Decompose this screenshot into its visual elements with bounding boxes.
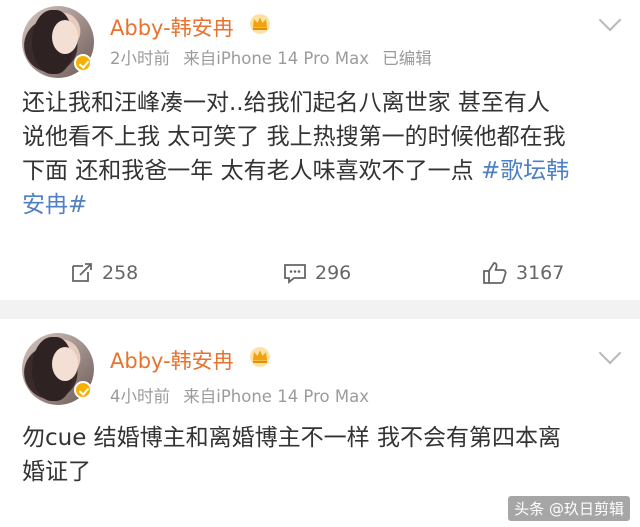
weibo-post-card: Abby-韩安冉 4小时前 来自iPhone 14 Pro Max 勿cue 结…	[0, 319, 640, 527]
post-source[interactable]: 来自iPhone 14 Pro Max	[183, 49, 369, 68]
edited-label[interactable]: 已编辑	[382, 49, 432, 68]
crown-icon	[250, 347, 270, 367]
action-bar: 258 296 3167	[0, 256, 640, 290]
watermark: 头条 @玖日剪辑	[508, 496, 630, 521]
like-count: 3167	[516, 262, 565, 284]
comment-button[interactable]: 296	[283, 256, 351, 290]
chevron-down-icon[interactable]	[598, 341, 622, 365]
author-name[interactable]: Abby-韩安冉	[110, 345, 234, 375]
chevron-down-icon[interactable]	[598, 8, 622, 32]
repost-button[interactable]: 258	[70, 256, 138, 290]
like-icon	[483, 262, 507, 284]
post-text-line: 还让我和汪峰凑一对..给我们起名八离世家 甚至有人	[22, 90, 550, 116]
post-text-line: 安冉#	[22, 188, 622, 222]
post-time: 2小时前	[110, 49, 170, 68]
comment-count: 296	[315, 262, 352, 284]
repost-count: 258	[102, 262, 139, 284]
like-button[interactable]: 3167	[482, 256, 564, 290]
post-meta: 2小时前 来自iPhone 14 Pro Max 已编辑	[110, 45, 440, 69]
post-text: 勿cue 结婚博主和离婚博主不一样 我不会有第四本离 婚证了	[22, 421, 622, 489]
crown-icon	[250, 14, 270, 34]
post-text: 还让我和汪峰凑一对..给我们起名八离世家 甚至有人 说他看不上我 太可笑了 我上…	[22, 86, 622, 222]
post-meta: 4小时前 来自iPhone 14 Pro Max	[110, 383, 377, 407]
post-time: 4小时前	[110, 387, 170, 406]
weibo-post-card: Abby-韩安冉 2小时前 来自iPhone 14 Pro Max 已编辑 还让…	[0, 0, 640, 300]
post-text-line: 下面 还和我爸一年 太有老人味喜欢不了一点 #歌坛韩	[22, 158, 570, 184]
author-name[interactable]: Abby-韩安冉	[110, 12, 234, 42]
post-text-line: 说他看不上我 太可笑了 我上热搜第一的时候他都在我	[22, 124, 566, 150]
verified-badge-icon	[74, 381, 92, 399]
hashtag-link[interactable]: 安冉#	[22, 192, 87, 218]
post-text-line: 婚证了	[22, 459, 91, 485]
repost-icon	[72, 263, 92, 282]
post-source[interactable]: 来自iPhone 14 Pro Max	[183, 387, 369, 406]
comment-icon	[284, 264, 306, 284]
post-text-line: 勿cue 结婚博主和离婚博主不一样 我不会有第四本离	[22, 425, 561, 451]
hashtag-link[interactable]: #歌坛韩	[481, 158, 569, 184]
verified-badge-icon	[74, 54, 92, 72]
